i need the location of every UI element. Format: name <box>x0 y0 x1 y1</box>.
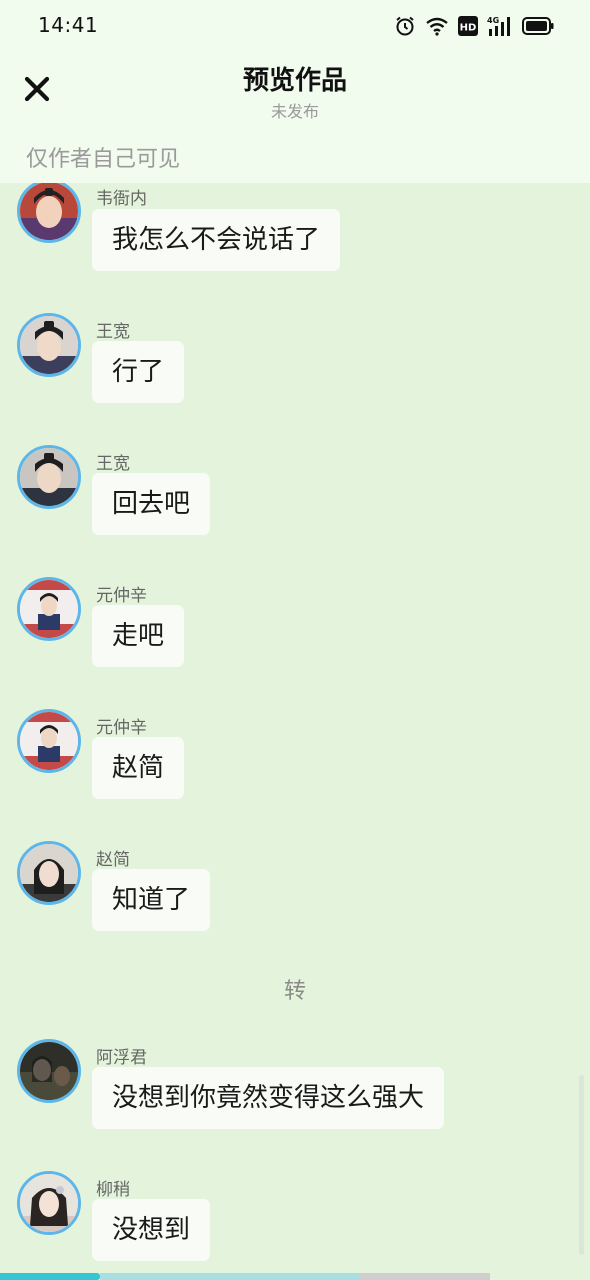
scene-divider: 转 <box>283 979 306 1004</box>
playback-progress[interactable] <box>0 1273 590 1280</box>
avatar[interactable] <box>17 709 81 773</box>
avatar[interactable] <box>17 577 81 641</box>
wifi-icon <box>426 17 448 36</box>
avatar-portrait <box>20 844 78 902</box>
sender-name: 赵简 <box>96 850 130 870</box>
progress-fill <box>0 1273 101 1280</box>
battery-icon <box>522 17 554 35</box>
sender-name: 元仲辛 <box>96 718 147 738</box>
avatar-portrait <box>20 712 78 770</box>
message-bubble[interactable]: 行了 <box>92 341 185 403</box>
sender-name: 元仲辛 <box>96 586 147 606</box>
status-icons: HD 4G <box>394 14 554 38</box>
avatar[interactable] <box>17 1171 81 1235</box>
sender-name: 王宽 <box>96 322 130 342</box>
sender-name: 韦衙内 <box>96 189 147 209</box>
network-label: 4G <box>487 16 499 25</box>
avatar[interactable] <box>17 841 81 905</box>
alarm-icon <box>396 16 414 36</box>
sender-name: 柳稍 <box>96 1180 130 1200</box>
message-bubble[interactable]: 没想到你竟然变得这么强大 <box>92 1067 445 1129</box>
avatar-portrait <box>20 1042 78 1100</box>
avatar[interactable] <box>17 445 81 509</box>
avatar[interactable] <box>17 1039 81 1103</box>
message-bubble[interactable]: 我怎么不会说话了 <box>92 209 341 271</box>
message-bubble[interactable]: 赵简 <box>92 737 185 799</box>
status-bar: 14:41 HD 4G <box>0 0 590 52</box>
avatar-portrait <box>20 183 78 240</box>
avatar-portrait <box>20 580 78 638</box>
hd-icon: HD <box>458 16 478 36</box>
message-bubble[interactable]: 回去吧 <box>92 473 211 535</box>
avatar[interactable] <box>17 313 81 377</box>
chat-list[interactable]: 韦衙内 我怎么不会说话了 王宽 行了 王宽 回去吧 元仲辛 走吧 元仲辛 赵简 … <box>0 183 590 1273</box>
avatar-portrait <box>20 448 78 506</box>
status-time: 14:41 <box>38 13 99 37</box>
avatar-portrait <box>20 1174 78 1232</box>
sender-name: 王宽 <box>96 454 130 474</box>
avatar[interactable] <box>17 183 81 243</box>
top-bar: 14:41 HD 4G 预览作品 未发布 仅作者自己可见 <box>0 0 590 183</box>
progress-buffer-remaining <box>360 1273 490 1280</box>
progress-buffered <box>100 1273 360 1280</box>
signal-icon: 4G <box>487 16 510 36</box>
scrollbar-thumb[interactable] <box>579 1075 584 1255</box>
avatar-portrait <box>20 316 78 374</box>
sender-name: 阿浮君 <box>96 1048 147 1068</box>
visibility-note: 仅作者自己可见 <box>26 147 181 172</box>
page-title: 预览作品 <box>242 66 347 96</box>
page-subtitle: 未发布 <box>270 102 319 121</box>
message-bubble[interactable]: 知道了 <box>92 869 211 931</box>
message-bubble[interactable]: 走吧 <box>92 605 185 667</box>
hd-label: HD <box>460 23 477 34</box>
message-bubble[interactable]: 没想到 <box>92 1199 211 1261</box>
